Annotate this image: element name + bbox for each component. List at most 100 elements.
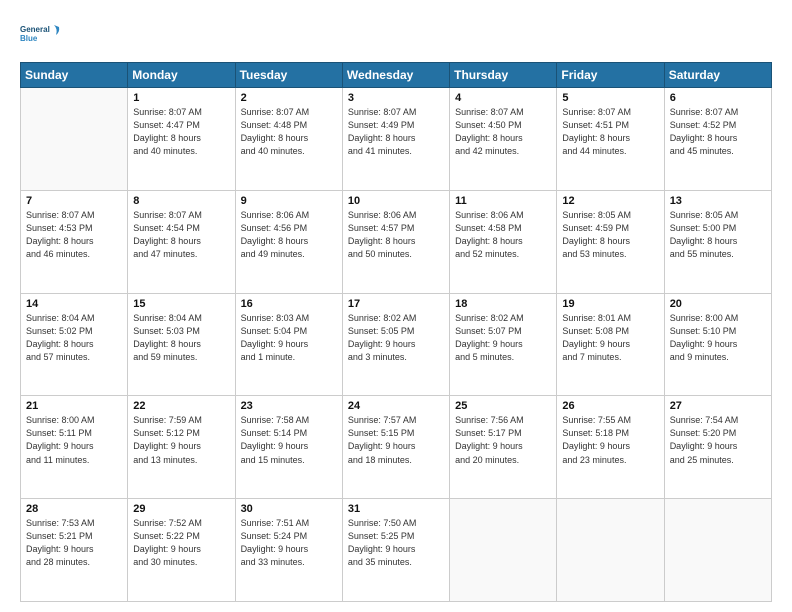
day-number: 8 xyxy=(133,195,229,207)
day-number: 30 xyxy=(241,503,337,515)
calendar-cell: 21Sunrise: 8:00 AMSunset: 5:11 PMDayligh… xyxy=(21,396,128,499)
calendar-cell: 2 Sunrise: 8:07 AMSunset: 4:48 PMDaylight… xyxy=(235,88,342,191)
calendar-cell: 16 Sunrise: 8:03 AMSunset: 5:04 PMDayligh… xyxy=(235,293,342,396)
day-info: Sunrise: 8:02 AMSunset: 5:07 PMDaylight:… xyxy=(455,312,551,364)
day-number: 1 xyxy=(133,92,229,104)
day-info: Sunrise: 8:07 AMSunset: 4:52 PMDaylight:… xyxy=(670,106,766,158)
day-number: 10 xyxy=(348,195,444,207)
day-info: Sunrise: 8:06 AMSunset: 4:58 PMDaylight:… xyxy=(455,209,551,261)
calendar-cell: 5 Sunrise: 8:07 AMSunset: 4:51 PMDaylight… xyxy=(557,88,664,191)
day-number: 26 xyxy=(562,400,658,412)
day-info: Sunrise: 7:51 AMSunset: 5:24 PMDaylight:… xyxy=(241,517,337,569)
calendar-body: 1 Sunrise: 8:07 AMSunset: 4:47 PMDaylight… xyxy=(21,88,772,602)
day-info: Sunrise: 8:06 AMSunset: 4:57 PMDaylight:… xyxy=(348,209,444,261)
weekday-header-friday: Friday xyxy=(557,63,664,88)
day-number: 27 xyxy=(670,400,766,412)
day-number: 18 xyxy=(455,298,551,310)
day-info: Sunrise: 8:07 AMSunset: 4:48 PMDaylight:… xyxy=(241,106,337,158)
weekday-header-thursday: Thursday xyxy=(450,63,557,88)
calendar-cell: 23Sunrise: 7:58 AMSunset: 5:14 PMDayligh… xyxy=(235,396,342,499)
calendar-cell: 31Sunrise: 7:50 AMSunset: 5:25 PMDayligh… xyxy=(342,499,449,602)
calendar-cell: 12 Sunrise: 8:05 AMSunset: 4:59 PMDayligh… xyxy=(557,190,664,293)
calendar-week-row: 1 Sunrise: 8:07 AMSunset: 4:47 PMDaylight… xyxy=(21,88,772,191)
day-info: Sunrise: 8:07 AMSunset: 4:51 PMDaylight:… xyxy=(562,106,658,158)
day-number: 5 xyxy=(562,92,658,104)
day-info: Sunrise: 7:58 AMSunset: 5:14 PMDaylight:… xyxy=(241,414,337,466)
day-number: 19 xyxy=(562,298,658,310)
day-info: Sunrise: 8:04 AMSunset: 5:02 PMDaylight:… xyxy=(26,312,122,364)
calendar-cell: 22 Sunrise: 7:59 AMSunset: 5:12 PMDayligh… xyxy=(128,396,235,499)
day-number: 4 xyxy=(455,92,551,104)
day-info: Sunrise: 8:02 AMSunset: 5:05 PMDaylight:… xyxy=(348,312,444,364)
day-info: Sunrise: 8:07 AMSunset: 4:50 PMDaylight:… xyxy=(455,106,551,158)
day-number: 14 xyxy=(26,298,122,310)
calendar-cell: 18 Sunrise: 8:02 AMSunset: 5:07 PMDayligh… xyxy=(450,293,557,396)
day-info: Sunrise: 7:54 AMSunset: 5:20 PMDaylight:… xyxy=(670,414,766,466)
calendar-cell: 1 Sunrise: 8:07 AMSunset: 4:47 PMDaylight… xyxy=(128,88,235,191)
day-info: Sunrise: 8:00 AMSunset: 5:10 PMDaylight:… xyxy=(670,312,766,364)
day-number: 31 xyxy=(348,503,444,515)
calendar-cell xyxy=(21,88,128,191)
calendar-week-row: 28 Sunrise: 7:53 AMSunset: 5:21 PMDayligh… xyxy=(21,499,772,602)
day-number: 11 xyxy=(455,195,551,207)
calendar-cell xyxy=(450,499,557,602)
calendar-cell: 30 Sunrise: 7:51 AMSunset: 5:24 PMDayligh… xyxy=(235,499,342,602)
day-info: Sunrise: 7:53 AMSunset: 5:21 PMDaylight:… xyxy=(26,517,122,569)
calendar-cell: 10 Sunrise: 8:06 AMSunset: 4:57 PMDayligh… xyxy=(342,190,449,293)
calendar-cell: 15 Sunrise: 8:04 AMSunset: 5:03 PMDayligh… xyxy=(128,293,235,396)
day-info: Sunrise: 7:56 AMSunset: 5:17 PMDaylight:… xyxy=(455,414,551,466)
day-info: Sunrise: 8:04 AMSunset: 5:03 PMDaylight:… xyxy=(133,312,229,364)
logo-svg: General Blue xyxy=(20,16,60,52)
day-number: 13 xyxy=(670,195,766,207)
calendar-week-row: 7Sunrise: 8:07 AMSunset: 4:53 PMDaylight… xyxy=(21,190,772,293)
day-info: Sunrise: 8:03 AMSunset: 5:04 PMDaylight:… xyxy=(241,312,337,364)
calendar-table: SundayMondayTuesdayWednesdayThursdayFrid… xyxy=(20,62,772,602)
day-info: Sunrise: 8:05 AMSunset: 4:59 PMDaylight:… xyxy=(562,209,658,261)
day-number: 29 xyxy=(133,503,229,515)
calendar-cell: 13 Sunrise: 8:05 AMSunset: 5:00 PMDayligh… xyxy=(664,190,771,293)
day-number: 15 xyxy=(133,298,229,310)
calendar-cell: 7Sunrise: 8:07 AMSunset: 4:53 PMDaylight… xyxy=(21,190,128,293)
day-info: Sunrise: 8:05 AMSunset: 5:00 PMDaylight:… xyxy=(670,209,766,261)
day-number: 24 xyxy=(348,400,444,412)
calendar-cell: 9Sunrise: 8:06 AMSunset: 4:56 PMDaylight… xyxy=(235,190,342,293)
weekday-header-saturday: Saturday xyxy=(664,63,771,88)
calendar-cell: 3 Sunrise: 8:07 AMSunset: 4:49 PMDaylight… xyxy=(342,88,449,191)
day-info: Sunrise: 8:01 AMSunset: 5:08 PMDaylight:… xyxy=(562,312,658,364)
day-number: 16 xyxy=(241,298,337,310)
calendar-cell xyxy=(664,499,771,602)
weekday-header-wednesday: Wednesday xyxy=(342,63,449,88)
day-info: Sunrise: 7:52 AMSunset: 5:22 PMDaylight:… xyxy=(133,517,229,569)
day-number: 28 xyxy=(26,503,122,515)
calendar-cell: 28 Sunrise: 7:53 AMSunset: 5:21 PMDayligh… xyxy=(21,499,128,602)
calendar-cell: 20 Sunrise: 8:00 AMSunset: 5:10 PMDayligh… xyxy=(664,293,771,396)
day-number: 6 xyxy=(670,92,766,104)
page: General Blue SundayMondayTuesdayWednesda… xyxy=(0,0,792,612)
day-number: 20 xyxy=(670,298,766,310)
day-info: Sunrise: 8:07 AMSunset: 4:49 PMDaylight:… xyxy=(348,106,444,158)
day-info: Sunrise: 8:07 AMSunset: 4:54 PMDaylight:… xyxy=(133,209,229,261)
calendar-cell: 8 Sunrise: 8:07 AMSunset: 4:54 PMDaylight… xyxy=(128,190,235,293)
day-number: 22 xyxy=(133,400,229,412)
day-number: 21 xyxy=(26,400,122,412)
weekday-header-tuesday: Tuesday xyxy=(235,63,342,88)
day-number: 12 xyxy=(562,195,658,207)
day-number: 9 xyxy=(241,195,337,207)
calendar-cell: 6 Sunrise: 8:07 AMSunset: 4:52 PMDaylight… xyxy=(664,88,771,191)
day-number: 3 xyxy=(348,92,444,104)
day-number: 25 xyxy=(455,400,551,412)
calendar-cell: 25 Sunrise: 7:56 AMSunset: 5:17 PMDayligh… xyxy=(450,396,557,499)
calendar-cell: 29 Sunrise: 7:52 AMSunset: 5:22 PMDayligh… xyxy=(128,499,235,602)
day-info: Sunrise: 8:07 AMSunset: 4:47 PMDaylight:… xyxy=(133,106,229,158)
day-number: 17 xyxy=(348,298,444,310)
day-info: Sunrise: 7:57 AMSunset: 5:15 PMDaylight:… xyxy=(348,414,444,466)
weekday-header-monday: Monday xyxy=(128,63,235,88)
svg-text:General: General xyxy=(20,25,50,34)
calendar-week-row: 21Sunrise: 8:00 AMSunset: 5:11 PMDayligh… xyxy=(21,396,772,499)
calendar-cell: 26Sunrise: 7:55 AMSunset: 5:18 PMDayligh… xyxy=(557,396,664,499)
header: General Blue xyxy=(20,16,772,52)
calendar-cell: 27 Sunrise: 7:54 AMSunset: 5:20 PMDayligh… xyxy=(664,396,771,499)
day-number: 2 xyxy=(241,92,337,104)
day-info: Sunrise: 7:59 AMSunset: 5:12 PMDaylight:… xyxy=(133,414,229,466)
calendar-cell: 17 Sunrise: 8:02 AMSunset: 5:05 PMDayligh… xyxy=(342,293,449,396)
